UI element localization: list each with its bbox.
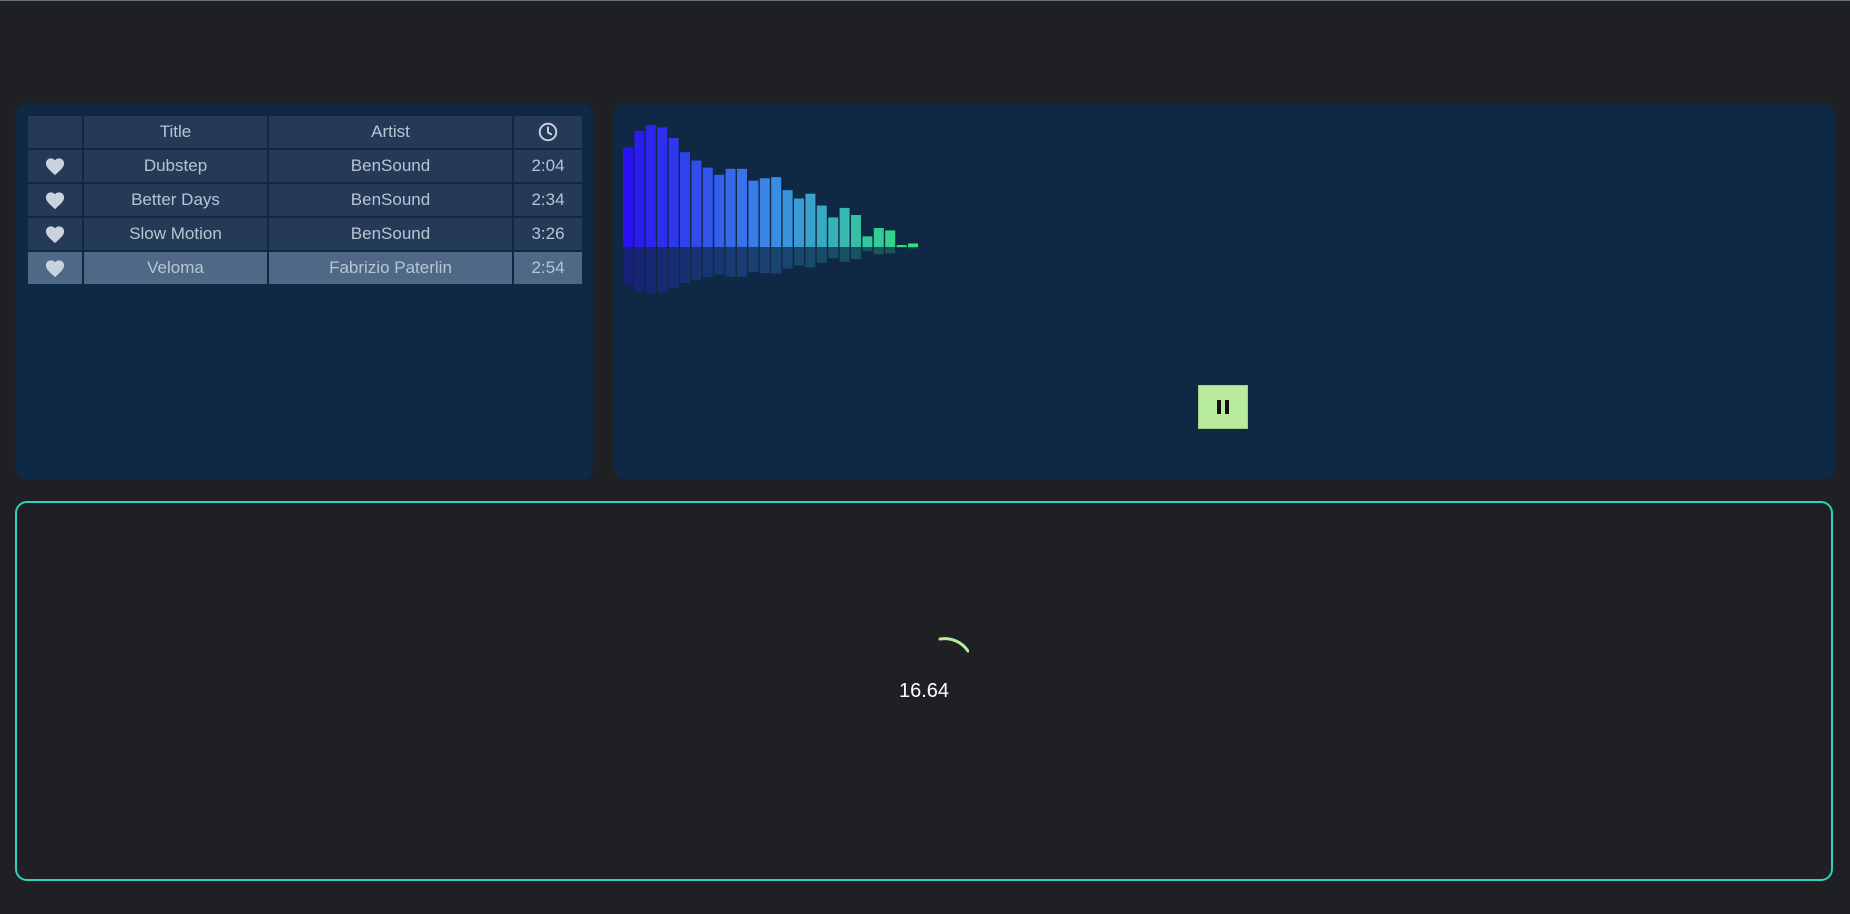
- playback-time: 16.64: [898, 680, 950, 702]
- visualizer-bar-reflection: [748, 247, 759, 273]
- track-title[interactable]: Dubstep: [84, 150, 267, 182]
- top-border: [0, 0, 1850, 1]
- favorite-cell[interactable]: [28, 184, 82, 216]
- visualizer-bar-reflection: [702, 247, 713, 278]
- track-row[interactable]: Dubstep BenSound 2:04: [28, 150, 582, 182]
- heart-icon[interactable]: [44, 190, 66, 210]
- visualizer-bar: [725, 168, 736, 247]
- track-row[interactable]: Better Days BenSound 2:34: [28, 184, 582, 216]
- loading-spinner-icon: [938, 637, 969, 653]
- visualizer-bar: [908, 243, 918, 247]
- artist-column-header[interactable]: Artist: [269, 116, 512, 148]
- playlist-panel: Title Artist Dubstep BenSound 2:04 Better D…: [15, 103, 593, 480]
- visualizer-bar-reflection: [839, 247, 850, 262]
- playlist-header-row: Title Artist: [28, 116, 582, 148]
- visualizer-bar: [737, 168, 747, 247]
- visualizer-bar-reflection: [737, 247, 747, 277]
- pause-button[interactable]: [1198, 385, 1248, 429]
- track-duration[interactable]: 2:34: [514, 184, 582, 216]
- visualizer-bar: [645, 125, 656, 247]
- visualizer-bar-reflection: [862, 247, 873, 252]
- track-duration[interactable]: 3:26: [514, 218, 582, 250]
- favorite-cell[interactable]: [28, 218, 82, 250]
- visualizer-bar-reflection: [668, 247, 679, 289]
- duration-column-header[interactable]: [514, 116, 582, 148]
- visualizer-bar: [851, 215, 861, 247]
- visualizer-bar-reflection: [680, 247, 690, 284]
- track-title[interactable]: Better Days: [84, 184, 267, 216]
- track-duration[interactable]: 2:04: [514, 150, 582, 182]
- heart-icon[interactable]: [44, 224, 66, 244]
- visualizer-bar-reflection: [885, 247, 896, 254]
- visualizer-bar-reflection: [623, 247, 633, 285]
- pause-icon: [1217, 400, 1229, 414]
- visualizer-bar: [702, 167, 713, 247]
- track-row[interactable]: Slow Motion BenSound 3:26: [28, 218, 582, 250]
- visualizer-bar: [634, 130, 645, 247]
- visualizer-bar: [691, 160, 702, 247]
- visualizer-bar-reflection: [759, 247, 770, 274]
- visualizer-bar: [896, 245, 907, 247]
- title-column-header[interactable]: Title: [84, 116, 267, 148]
- visualizer-bar: [828, 217, 839, 247]
- heart-icon[interactable]: [44, 258, 66, 278]
- visualizer-bar: [714, 174, 725, 247]
- visualizer-bar-reflection: [725, 247, 736, 277]
- visualizer-bar: [885, 230, 896, 247]
- visualizer-bar-reflection: [805, 247, 816, 268]
- visualizer-bar-reflection: [794, 247, 804, 266]
- visualizer-bar: [748, 180, 759, 247]
- visualizer-bar: [668, 138, 679, 247]
- visualizer-bar: [862, 236, 873, 247]
- visualizer-bar: [816, 205, 827, 247]
- visualizer-bar: [794, 198, 804, 247]
- playlist-body: Dubstep BenSound 2:04 Better Days BenSound 2:…: [28, 150, 582, 284]
- visualizer-bar: [839, 207, 850, 247]
- timer-panel: 16.64: [15, 501, 1833, 881]
- playlist-table: Title Artist Dubstep BenSound 2:04 Better D…: [26, 114, 584, 286]
- track-duration[interactable]: 2:54: [514, 252, 582, 284]
- visualizer-bar-reflection: [691, 247, 702, 280]
- visualizer-bar-reflection: [816, 247, 827, 263]
- visualizer-bar: [657, 127, 668, 247]
- visualizer-bar-reflection: [645, 247, 656, 294]
- visualizer-bar: [680, 152, 690, 247]
- visualizer-bar-reflection: [657, 247, 668, 293]
- visualizer-bar-reflection: [896, 247, 907, 248]
- track-artist[interactable]: BenSound: [269, 218, 512, 250]
- track-artist[interactable]: BenSound: [269, 150, 512, 182]
- visualizer-bar-reflection: [782, 247, 793, 269]
- favorite-cell[interactable]: [28, 150, 82, 182]
- clock-icon: [538, 122, 558, 142]
- favorite-column-header: [28, 116, 82, 148]
- track-artist[interactable]: Fabrizio Paterlin: [269, 252, 512, 284]
- visualizer-bar-reflection: [771, 247, 782, 274]
- track-title[interactable]: Veloma: [84, 252, 267, 284]
- track-title[interactable]: Slow Motion: [84, 218, 267, 250]
- visualizer-bar-reflection: [828, 247, 839, 259]
- heart-icon[interactable]: [44, 156, 66, 176]
- track-artist[interactable]: BenSound: [269, 184, 512, 216]
- visualizer-bar-reflection: [873, 247, 884, 255]
- visualizer-bar: [623, 147, 633, 247]
- track-row[interactable]: Veloma Fabrizio Paterlin 2:54: [28, 252, 582, 284]
- visualizer-bar: [771, 177, 782, 247]
- visualizer-bar-reflection: [714, 247, 725, 275]
- favorite-cell[interactable]: [28, 252, 82, 284]
- visualizer-bar-reflection: [908, 247, 918, 249]
- visualizer-bar-reflection: [851, 247, 861, 260]
- visualizer-bar: [759, 178, 770, 247]
- visualizer-bar-reflection: [634, 247, 645, 292]
- visualizer-bar: [873, 228, 884, 247]
- visualizer-panel: [613, 103, 1835, 480]
- visualizer-bar: [805, 193, 816, 247]
- visualizer-bar: [782, 190, 793, 247]
